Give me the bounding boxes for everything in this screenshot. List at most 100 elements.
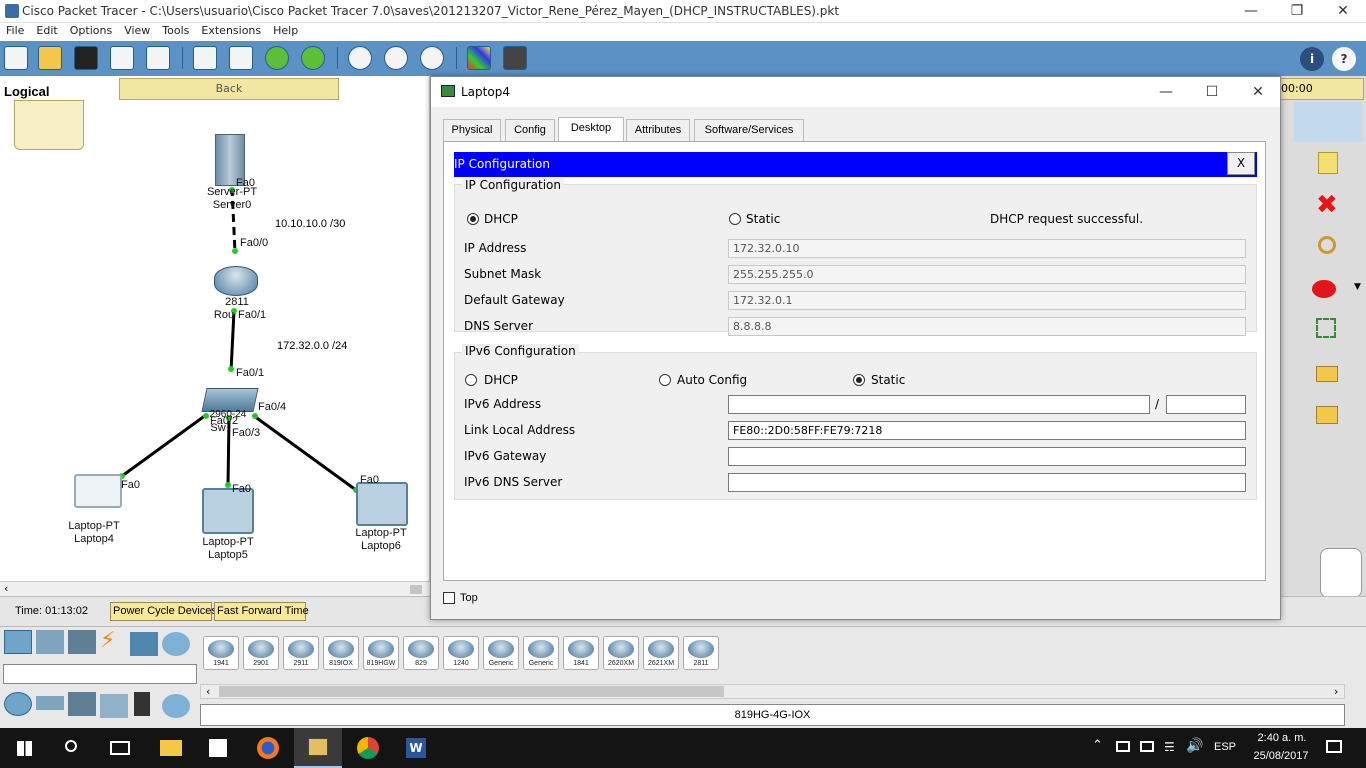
menu-options[interactable]: Options [64, 23, 118, 37]
menu-extensions[interactable]: Extensions [195, 23, 267, 37]
activity-wizard-icon[interactable] [146, 46, 170, 70]
network-icon[interactable] [1116, 741, 1130, 752]
link-local-field[interactable]: FE80::2D0:58FF:FE79:7218 [728, 421, 1246, 440]
menu-edit[interactable]: Edit [30, 23, 63, 37]
default-gateway-field[interactable]: 172.32.0.1 [728, 291, 1246, 310]
ipv6-dhcp-radio[interactable] [465, 374, 477, 386]
wan-emulation-subcategory-icon[interactable] [162, 694, 190, 718]
chrome-icon[interactable] [344, 728, 392, 768]
device-model-tile[interactable]: 2911 [283, 636, 319, 670]
save-icon[interactable] [74, 46, 98, 70]
device-model-tile[interactable]: 819HGW [363, 636, 399, 670]
subnet-mask-field[interactable]: 255.255.255.0 [728, 265, 1246, 284]
device-model-tile[interactable]: 2811 [683, 636, 719, 670]
ipv6-dns-field[interactable] [728, 473, 1246, 492]
store-icon[interactable] [194, 728, 242, 768]
laptop-icon[interactable] [74, 474, 122, 508]
ipv4-static-label[interactable]: Static [746, 212, 780, 226]
laptop-icon[interactable] [356, 482, 408, 526]
connections-category-icon[interactable]: ⚡ [100, 628, 115, 653]
menu-file[interactable]: File [0, 23, 30, 37]
wireless-subcategory-icon[interactable] [100, 694, 128, 718]
search-icon[interactable] [48, 728, 96, 768]
dropdown-arrow-icon[interactable]: ▼ [1354, 282, 1361, 292]
firefox-icon[interactable] [244, 728, 292, 768]
menu-view[interactable]: View [118, 23, 156, 37]
clock-time[interactable]: 2:40 a. m. [1252, 732, 1312, 744]
router-icon[interactable] [214, 266, 258, 296]
power-cycle-button[interactable]: Power Cycle Devices [110, 602, 217, 621]
back-button[interactable]: Back [119, 78, 339, 100]
ip-address-field[interactable]: 172.32.0.10 [728, 239, 1246, 258]
fast-forward-button[interactable]: Fast Forward Time [214, 602, 309, 621]
ipv6-auto-radio[interactable] [659, 374, 671, 386]
dns-server-field[interactable]: 8.8.8.8 [728, 317, 1246, 336]
switches-subcategory-icon[interactable] [36, 696, 64, 710]
zoom-out-icon[interactable] [420, 46, 444, 70]
select-tool-icon[interactable] [1294, 102, 1362, 142]
tab-desktop[interactable]: Desktop [558, 117, 624, 141]
device-model-tile[interactable]: 1240 [443, 636, 479, 670]
volume-icon[interactable]: 🔊 [1186, 738, 1203, 754]
power-icon[interactable] [1140, 741, 1154, 752]
ipv6-address-field[interactable] [728, 395, 1150, 414]
workspace-scrollbar[interactable]: ‹ [0, 581, 430, 596]
tab-config[interactable]: Config [505, 119, 555, 141]
draw-ellipse-icon[interactable] [1312, 280, 1336, 298]
ipv6-auto-label[interactable]: Auto Config [677, 373, 747, 387]
redo-icon[interactable] [301, 46, 325, 70]
navigation-panel-icon[interactable] [14, 100, 84, 150]
ipv6-prefix-field[interactable] [1166, 395, 1246, 414]
device-scrollbar[interactable]: ‹ › [200, 684, 1345, 699]
ipv6-static-radio[interactable] [853, 374, 865, 386]
device-model-tile[interactable]: 2621XM [643, 636, 679, 670]
ipv4-dhcp-radio[interactable] [467, 213, 479, 225]
wifi-icon[interactable]: ☴ [1164, 740, 1175, 754]
ipv6-dhcp-label[interactable]: DHCP [484, 373, 518, 387]
copy-icon[interactable] [193, 46, 217, 70]
minimize-button[interactable]: — [1228, 0, 1274, 23]
zoom-reset-icon[interactable] [384, 46, 408, 70]
device-model-tile[interactable]: Generic [483, 636, 519, 670]
logical-workspace[interactable]: Server-PT Server0 Fa0 10.10.10.0 /30 Fa0… [0, 76, 430, 596]
device-search-field[interactable] [3, 664, 197, 684]
tab-software-services[interactable]: Software/Services [694, 119, 804, 141]
palette-icon[interactable] [467, 46, 491, 70]
dialog-maximize-button[interactable]: ☐ [1189, 81, 1235, 104]
device-model-tile[interactable]: 829 [403, 636, 439, 670]
top-checkbox[interactable] [443, 592, 455, 604]
clock-date[interactable]: 25/08/2017 [1248, 750, 1314, 762]
device-model-tile[interactable]: 2901 [243, 636, 279, 670]
scroll-left-icon[interactable]: ‹ [206, 685, 210, 698]
paste-icon[interactable] [229, 46, 253, 70]
tab-physical[interactable]: Physical [443, 119, 501, 141]
dialog-close-button[interactable]: ✕ [1235, 81, 1281, 104]
word-icon[interactable]: W [392, 728, 440, 768]
undo-icon[interactable] [265, 46, 289, 70]
misc-category-icon[interactable] [130, 632, 158, 656]
new-file-icon[interactable] [4, 46, 28, 70]
help-icon[interactable]: i [1300, 47, 1324, 71]
task-view-icon[interactable] [96, 728, 144, 768]
realtime-clock-icon[interactable] [1320, 548, 1362, 598]
network-devices-category-icon[interactable] [4, 630, 32, 654]
top-checkbox-label[interactable]: Top [460, 592, 478, 604]
multiuser-category-icon[interactable] [162, 632, 190, 656]
delete-tool-icon[interactable]: ✖ [1316, 190, 1338, 220]
hubs-subcategory-icon[interactable] [68, 692, 96, 716]
ip-config-close-button[interactable]: X [1227, 152, 1255, 175]
file-explorer-icon[interactable] [146, 728, 194, 768]
logical-tab[interactable]: Logical [0, 78, 118, 100]
action-center-icon[interactable] [1326, 740, 1342, 753]
add-complex-pdu-icon[interactable] [1316, 406, 1338, 424]
add-simple-pdu-icon[interactable] [1316, 366, 1338, 382]
start-icon[interactable] [0, 728, 48, 768]
components-category-icon[interactable] [68, 630, 96, 654]
end-devices-category-icon[interactable] [36, 630, 64, 654]
menu-tools[interactable]: Tools [156, 23, 195, 37]
security-subcategory-icon[interactable] [134, 692, 150, 716]
scroll-thumb[interactable] [219, 686, 724, 697]
packet-tracer-icon[interactable] [294, 728, 342, 768]
note-tool-icon[interactable] [1318, 152, 1338, 174]
device-model-tile[interactable]: 819IOX [323, 636, 359, 670]
